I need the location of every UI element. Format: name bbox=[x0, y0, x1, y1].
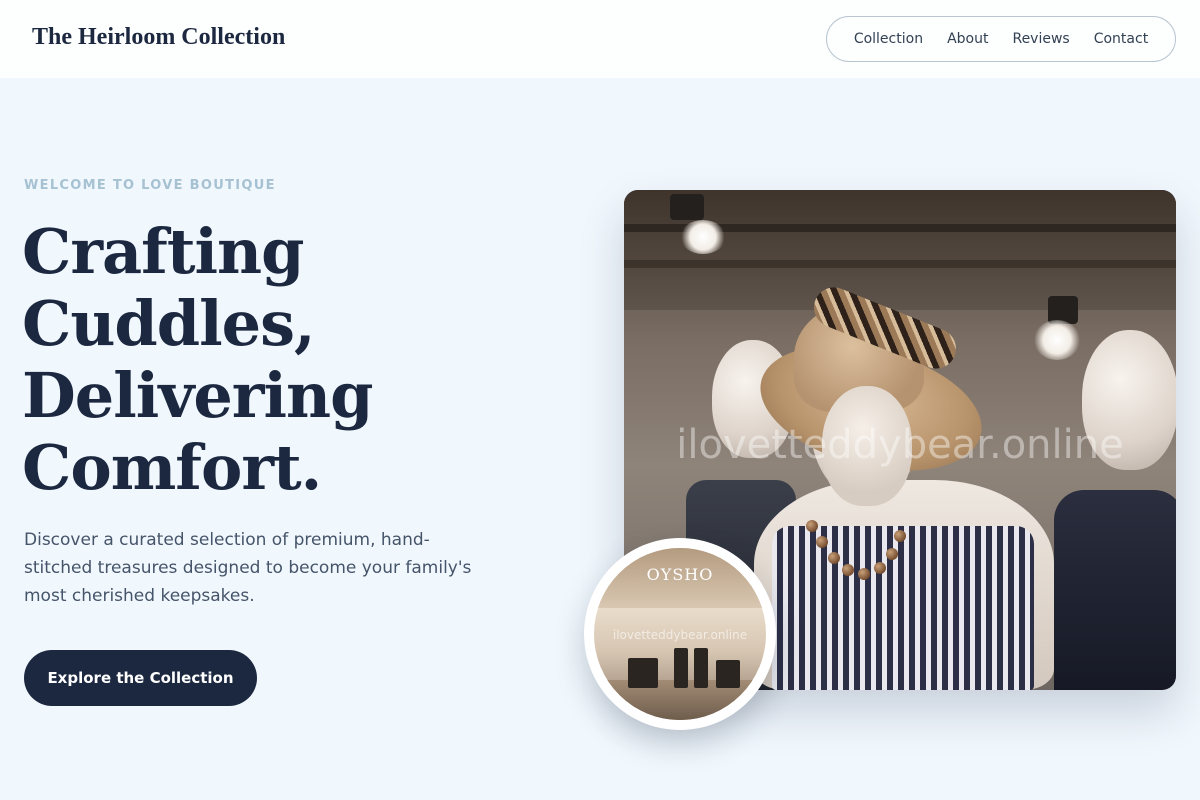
nav-link-contact[interactable]: Contact bbox=[1094, 31, 1148, 47]
ceiling-spotlight bbox=[670, 194, 704, 220]
store-front-image: OYSHO ilovetteddybear.online bbox=[594, 548, 766, 720]
hero-headline: Crafting Cuddles, Delivering Comfort. bbox=[22, 216, 542, 504]
badge-watermark: ilovetteddybear.online bbox=[612, 628, 748, 642]
main-nav: Collection About Reviews Contact bbox=[826, 16, 1176, 62]
site-header: The Heirloom Collection Collection About… bbox=[0, 0, 1200, 78]
hero-description: Discover a curated selection of premium,… bbox=[24, 530, 472, 606]
necklace-bead bbox=[874, 562, 886, 574]
store-sign: OYSHO bbox=[646, 565, 714, 584]
necklace-bead bbox=[828, 552, 840, 564]
dark-jacket bbox=[1054, 490, 1176, 690]
necklace-bead bbox=[842, 564, 854, 576]
striped-top bbox=[772, 526, 1034, 690]
explore-collection-button[interactable]: Explore the Collection bbox=[24, 650, 257, 706]
store-badge: OYSHO ilovetteddybear.online bbox=[584, 538, 776, 730]
headline-line-3: Delivering bbox=[22, 359, 373, 432]
ceiling-light bbox=[680, 220, 726, 254]
necklace-bead bbox=[816, 536, 828, 548]
necklace-bead bbox=[858, 568, 870, 580]
ceiling-beam bbox=[624, 260, 1176, 268]
clothing-rack bbox=[628, 658, 658, 688]
necklace-bead bbox=[806, 520, 818, 532]
nav-link-collection[interactable]: Collection bbox=[854, 31, 923, 47]
nav-link-reviews[interactable]: Reviews bbox=[1012, 31, 1069, 47]
headline-line-4: Comfort. bbox=[22, 431, 322, 504]
brand-logo[interactable]: The Heirloom Collection bbox=[32, 24, 285, 51]
clothing-rack bbox=[716, 660, 740, 688]
display-mannequin bbox=[674, 648, 688, 688]
necklace-bead bbox=[894, 530, 906, 542]
headline-line-2: Cuddles, bbox=[22, 287, 316, 360]
nav-link-about[interactable]: About bbox=[947, 31, 988, 47]
hero-eyebrow: WELCOME TO LOVE BOUTIQUE bbox=[24, 178, 276, 193]
ceiling-light bbox=[1034, 320, 1080, 360]
image-watermark: ilovetteddybear.online bbox=[676, 422, 1124, 468]
necklace-bead bbox=[886, 548, 898, 560]
headline-line-1: Crafting bbox=[22, 215, 304, 288]
display-mannequin bbox=[694, 648, 708, 688]
